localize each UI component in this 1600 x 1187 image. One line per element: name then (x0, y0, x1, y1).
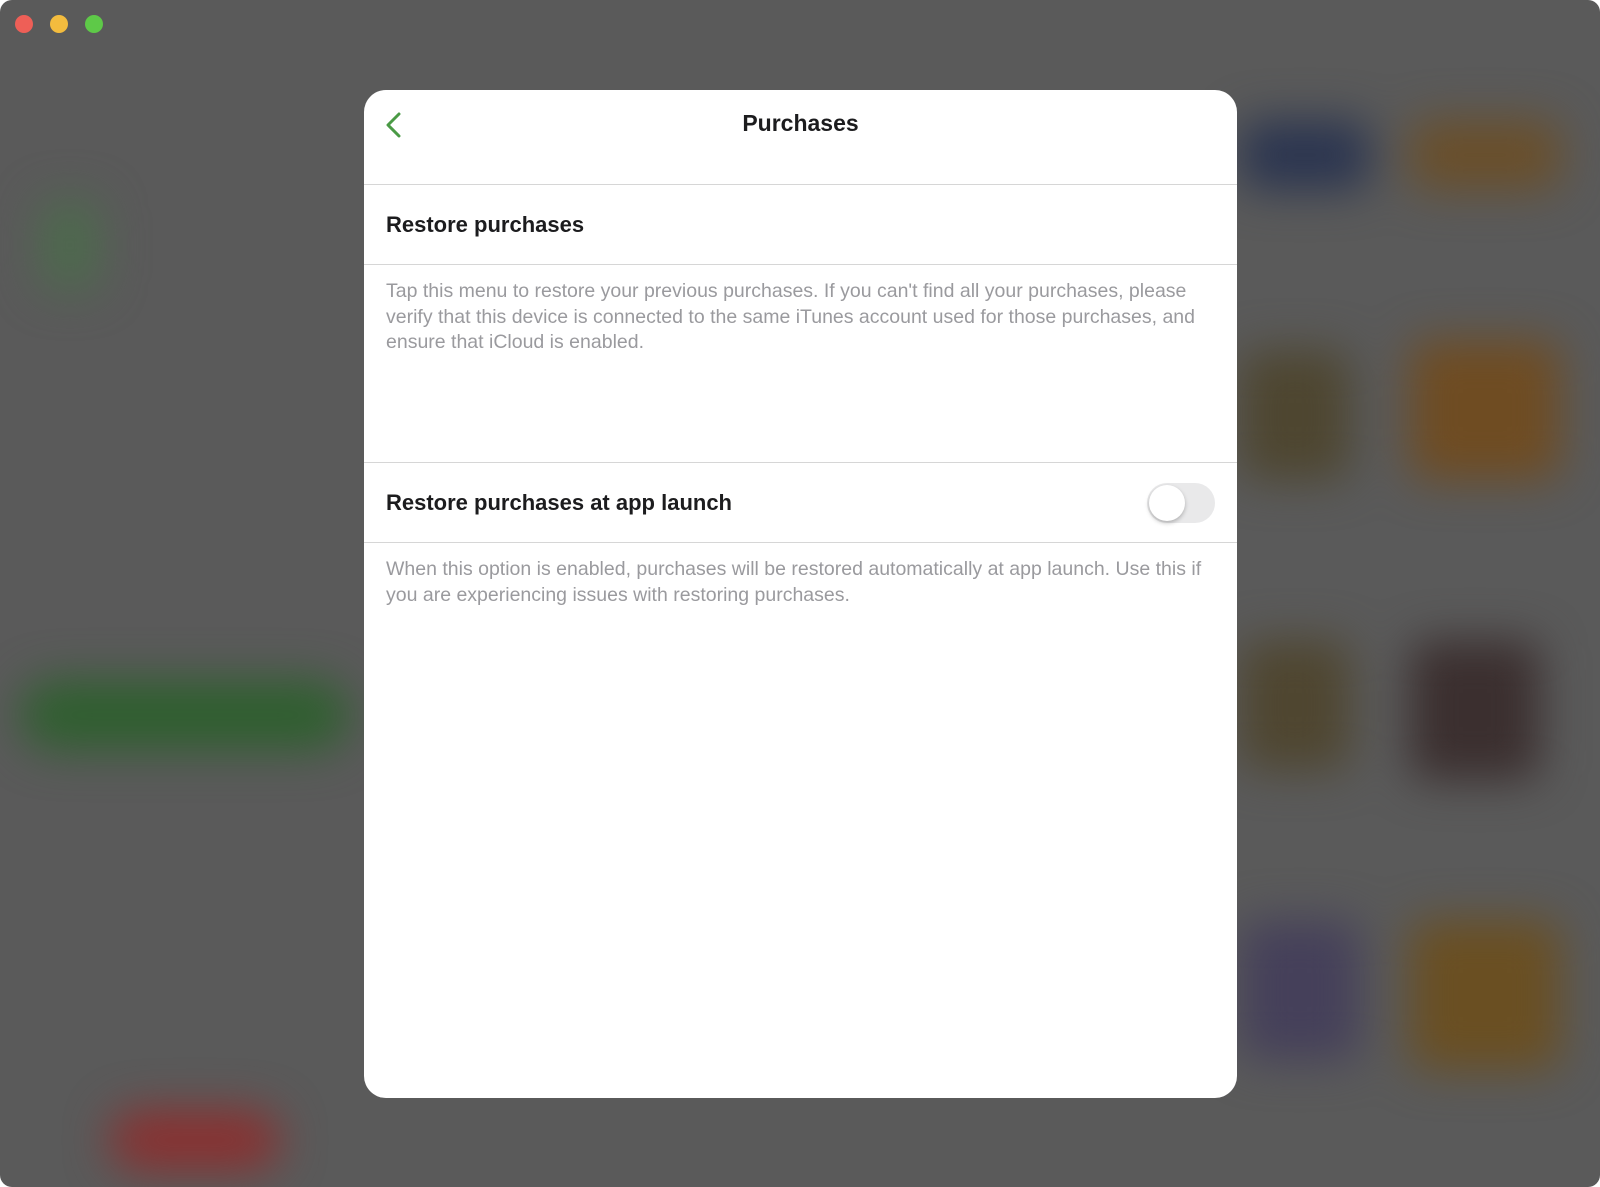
modal-title: Purchases (742, 110, 859, 136)
app-window: Purchases Restore purchases Tap this men… (0, 0, 1600, 1187)
window-close-button[interactable] (15, 15, 33, 33)
window-minimize-button[interactable] (50, 15, 68, 33)
restore-purchases-label: Restore purchases (386, 211, 585, 237)
blurred-tile (1240, 120, 1370, 190)
blurred-green-button (20, 680, 350, 750)
purchases-modal: Purchases Restore purchases Tap this men… (364, 90, 1237, 1098)
restore-purchases-description: Tap this menu to restore your previous p… (364, 265, 1237, 463)
toggle-knob (1149, 484, 1185, 521)
blurred-tile (1240, 920, 1360, 1060)
blurred-tile (1410, 640, 1540, 780)
modal-header: Purchases (364, 90, 1237, 185)
blurred-tile (1240, 640, 1350, 770)
blurred-tile (1240, 350, 1350, 480)
restore-at-launch-toggle[interactable] (1147, 482, 1215, 523)
blurred-tile (1410, 340, 1560, 480)
blurred-red-button (110, 1110, 280, 1170)
window-maximize-button[interactable] (85, 15, 103, 33)
blurred-tile (40, 200, 100, 290)
restore-at-launch-label: Restore purchases at app launch (386, 489, 732, 515)
restore-at-launch-description: When this option is enabled, purchases w… (386, 558, 1202, 606)
restore-purchases-row[interactable]: Restore purchases (364, 185, 1237, 265)
blurred-tile (1410, 120, 1560, 190)
restore-at-launch-row: Restore purchases at app launch (364, 463, 1237, 543)
blurred-tile (1410, 920, 1560, 1070)
